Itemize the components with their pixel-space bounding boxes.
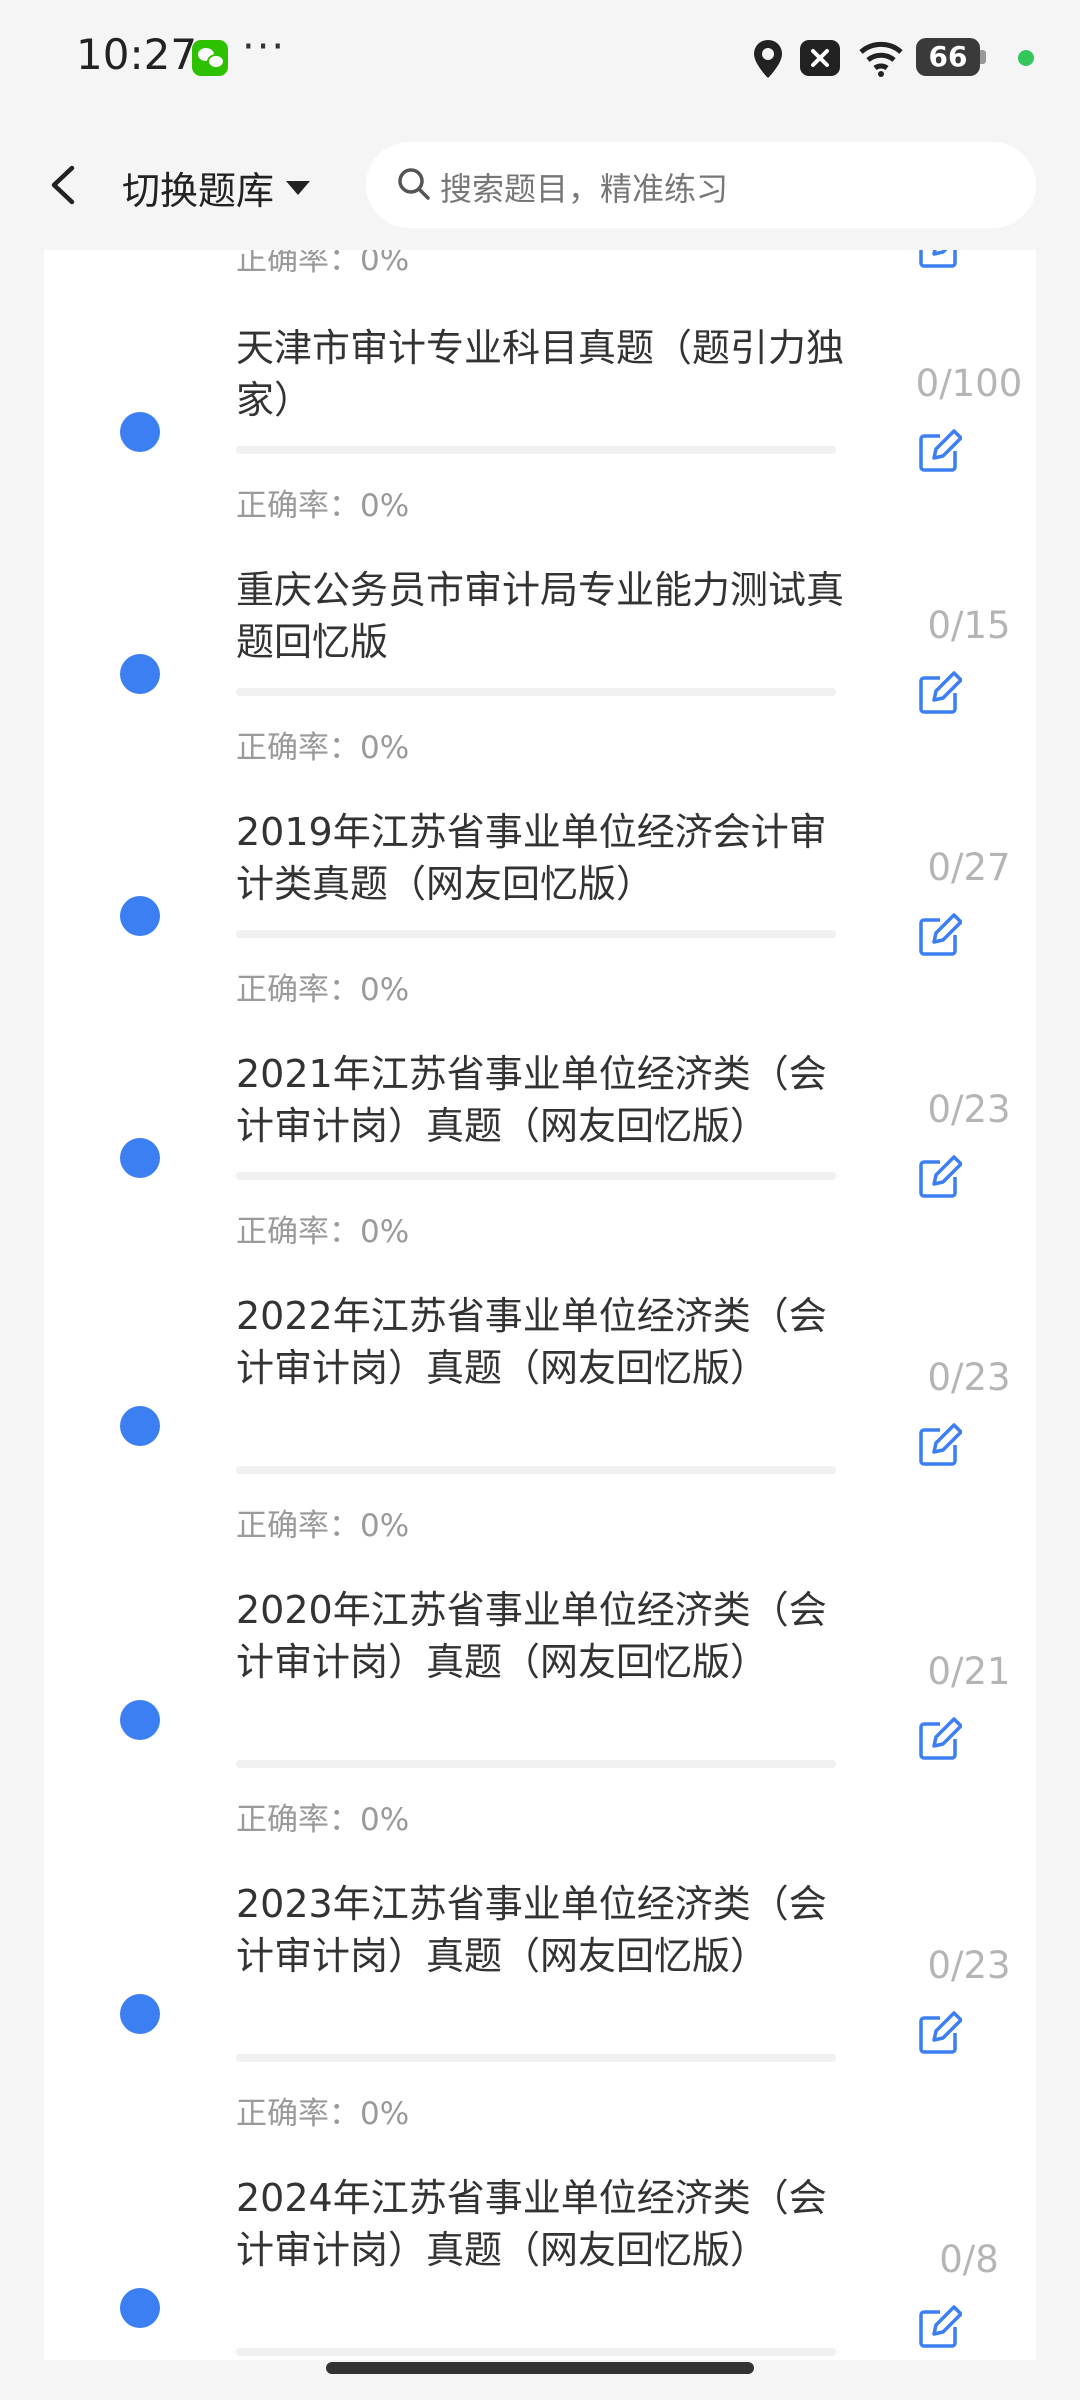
status-dot (120, 896, 160, 936)
progress-bar (236, 1172, 836, 1180)
item-title: 2019年江苏省事业单位经济会计审计类真题（网友回忆版） (236, 810, 827, 906)
progress-count: 0/100 (915, 362, 1023, 405)
status-bar: 10:27 ··· 66 (0, 0, 1080, 120)
progress-bar (236, 1466, 836, 1474)
green-dot-icon (1018, 50, 1034, 66)
progress-bar (236, 2054, 836, 2062)
edit-icon[interactable] (914, 428, 962, 476)
accuracy-label: 正确率：0% (236, 1802, 410, 1838)
edit-icon[interactable] (914, 912, 962, 960)
progress-count: 0/23 (927, 1088, 1011, 1131)
location-icon (754, 40, 782, 78)
item-title: 2024年江苏省事业单位经济类（会计审计岗）真题（网友回忆版） (236, 2176, 827, 2272)
search-placeholder: 搜索题目，精准练习 (440, 170, 729, 208)
status-dot (120, 1700, 160, 1740)
status-dot (120, 654, 160, 694)
close-box-icon (800, 40, 840, 76)
edit-icon[interactable] (914, 1716, 962, 1764)
status-dot (120, 1406, 160, 1446)
progress-count: 0/15 (927, 604, 1011, 647)
edit-icon[interactable] (914, 1422, 962, 1470)
edit-icon[interactable] (914, 248, 962, 272)
status-dot (120, 1138, 160, 1178)
back-icon[interactable] (44, 162, 84, 208)
status-time: 10:27 (76, 30, 198, 79)
accuracy-label: 正确率：0% (236, 248, 410, 278)
progress-bar (236, 2348, 836, 2356)
accuracy-label: 正确率：0% (236, 730, 410, 766)
more-dots-icon: ··· (242, 24, 287, 70)
accuracy-label: 正确率：0% (236, 2096, 410, 2132)
item-title: 2021年江苏省事业单位经济类（会计审计岗）真题（网友回忆版） (236, 1052, 827, 1148)
progress-bar (236, 446, 836, 454)
top-nav: 切换题库 搜索题目，精准练习 (0, 120, 1080, 250)
progress-count: 0/21 (927, 1650, 1011, 1693)
progress-count: 0/27 (927, 846, 1011, 889)
switch-question-bank-button[interactable]: 切换题库 (122, 160, 311, 215)
switch-question-bank-label: 切换题库 (122, 169, 275, 213)
progress-count: 0/23 (927, 1944, 1011, 1987)
status-dot (120, 2288, 160, 2328)
search-input[interactable]: 搜索题目，精准练习 (366, 142, 1036, 228)
accuracy-label: 正确率：0% (236, 1214, 410, 1250)
edit-icon[interactable] (914, 1154, 962, 1202)
edit-icon[interactable] (914, 670, 962, 718)
edit-icon[interactable] (914, 2010, 962, 2058)
item-title: 2020年江苏省事业单位经济类（会计审计岗）真题（网友回忆版） (236, 1588, 827, 1684)
status-dot (120, 412, 160, 452)
battery-icon: 66 (916, 38, 980, 76)
battery-cap (980, 50, 986, 64)
wechat-icon (192, 40, 228, 76)
progress-count: 0/8 (939, 2238, 999, 2281)
search-icon (398, 168, 430, 200)
progress-bar (236, 930, 836, 938)
progress-count: 0/23 (927, 1356, 1011, 1399)
progress-bar (236, 1760, 836, 1768)
question-bank-list: 正确率：0% 天津市审计专业科目真题（题引力独家） 正确率：0% 0/100 重… (44, 248, 1036, 2360)
progress-bar (236, 688, 836, 696)
item-title: 2022年江苏省事业单位经济类（会计审计岗）真题（网友回忆版） (236, 1294, 827, 1390)
item-title: 重庆公务员市审计局专业能力测试真题回忆版 (236, 568, 845, 664)
accuracy-label: 正确率：0% (236, 488, 410, 524)
item-title: 2023年江苏省事业单位经济类（会计审计岗）真题（网友回忆版） (236, 1882, 827, 1978)
item-title: 天津市审计专业科目真题（题引力独家） (236, 326, 845, 422)
wifi-icon (859, 41, 903, 77)
caret-down-icon (286, 180, 311, 195)
status-dot (120, 1994, 160, 2034)
accuracy-label: 正确率：0% (236, 972, 410, 1008)
home-indicator[interactable] (326, 2362, 754, 2374)
accuracy-label: 正确率：0% (236, 1508, 410, 1544)
edit-icon[interactable] (914, 2304, 962, 2352)
